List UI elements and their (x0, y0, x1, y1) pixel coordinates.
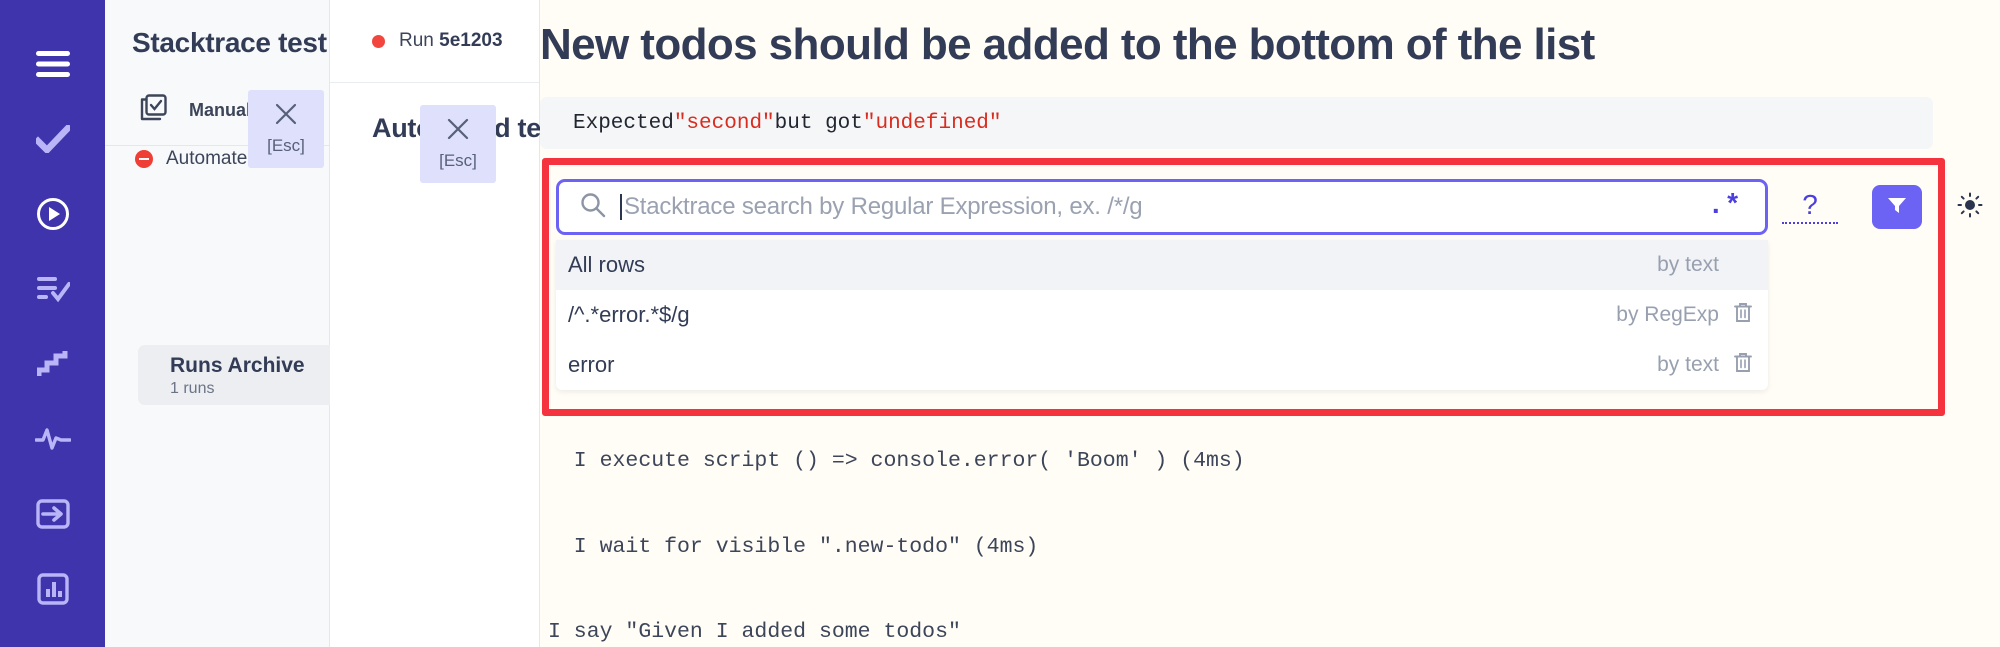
list-check-icon (36, 275, 70, 303)
bar-chart-box-icon (36, 572, 69, 605)
suggestion-label: All rows (568, 252, 646, 277)
sidebar-item-monitoring[interactable] (0, 401, 105, 476)
trash-bin-icon[interactable] (1732, 351, 1758, 379)
run-label: Run 5e1203 (399, 30, 503, 52)
stacktrace-search-row: Stacktrace search by Regular Expression,… (556, 177, 1936, 237)
error-middle: but got (774, 111, 863, 135)
log-line: I say "Given I added some todos" (548, 620, 961, 644)
sidebar-item-runs[interactable] (0, 176, 105, 251)
sidebar-item-integrations[interactable] (0, 476, 105, 551)
suggestion-label: error (568, 352, 615, 377)
suggestion-kind: by text (1657, 253, 1719, 276)
activity-pulse-icon (34, 427, 71, 451)
check-icon (35, 124, 70, 153)
dot-red-icon (372, 34, 385, 48)
suggestion-kind: by text (1657, 353, 1719, 376)
search-input[interactable]: Stacktrace search by Regular Expression,… (556, 179, 1768, 235)
error-message-box: Expected "second" but got "undefined" (540, 97, 1933, 149)
app-window: Stacktrace test Manual tests Automated t… (0, 0, 2000, 647)
test-title: New todos should be added to the bottom … (540, 20, 1595, 69)
hamburger-menu-icon-button[interactable] (0, 26, 105, 101)
close-suite-panel-button[interactable]: [Esc] (248, 90, 324, 168)
suggestion-label: /^.*error.*$/g (568, 302, 690, 327)
minus-circle-red-icon (135, 150, 153, 168)
regex-asterisk-icon[interactable]: .* (1707, 193, 1741, 221)
close-run-panel-button[interactable]: [Esc] (420, 105, 496, 183)
error-prefix: Expected (573, 111, 674, 135)
stacktrace-log: I execute script () => console.error( 'B… (548, 390, 1948, 647)
play-circle-icon (36, 197, 70, 231)
run-prefix: Run (399, 30, 440, 51)
log-line: I wait for visible ".new-todo" (4ms) (548, 534, 1039, 559)
stairs-icon (36, 350, 69, 378)
checklist-copy-icon[interactable] (140, 94, 167, 126)
sidebar-item-steps[interactable] (0, 326, 105, 401)
error-actual-value: "undefined" (862, 111, 1002, 135)
suggestion-item[interactable]: /^.*error.*$/g by RegExp (556, 290, 1768, 340)
theme-toggle-button[interactable] (1955, 192, 1985, 222)
sidebar-item-reports[interactable] (0, 551, 105, 626)
trash-bin-icon[interactable] (1732, 301, 1758, 329)
sidebar-item-tests[interactable] (0, 101, 105, 176)
suggestion-kind: by RegExp (1616, 303, 1719, 326)
suggestion-item[interactable]: All rows by text (556, 240, 1768, 290)
page-title: Stacktrace test (132, 27, 327, 58)
left-nav-rail (0, 0, 105, 647)
search-icon (580, 192, 606, 223)
log-line: I execute script () => console.error( 'B… (548, 449, 1245, 473)
filter-button[interactable] (1872, 185, 1922, 229)
funnel-filter-icon (1886, 194, 1908, 221)
question-help-icon[interactable]: ? (1782, 190, 1838, 224)
close-icon (275, 103, 297, 130)
run-id: 5e1203 (439, 30, 503, 51)
search-placeholder: Stacktrace search by Regular Expression,… (624, 193, 1143, 220)
hamburger-menu-icon (35, 50, 70, 77)
login-arrow-box-icon (35, 498, 70, 529)
suggestion-item[interactable]: error by text (556, 340, 1768, 390)
sun-brightness-icon (1957, 192, 1983, 223)
search-suggestions-dropdown: All rows by text /^.*error.*$/g by RegEx… (556, 240, 1768, 390)
close-icon (447, 118, 469, 145)
esc-hint: [Esc] (267, 135, 305, 155)
run-panel-header: Run 5e1203 (330, 0, 539, 83)
sidebar-item-plans[interactable] (0, 251, 105, 326)
run-panel: Run 5e1203 Automated test Passed 13 sort… (330, 0, 835, 647)
esc-hint: [Esc] (439, 150, 477, 170)
error-expected-value: "second" (673, 111, 775, 135)
text-caret (620, 194, 622, 220)
